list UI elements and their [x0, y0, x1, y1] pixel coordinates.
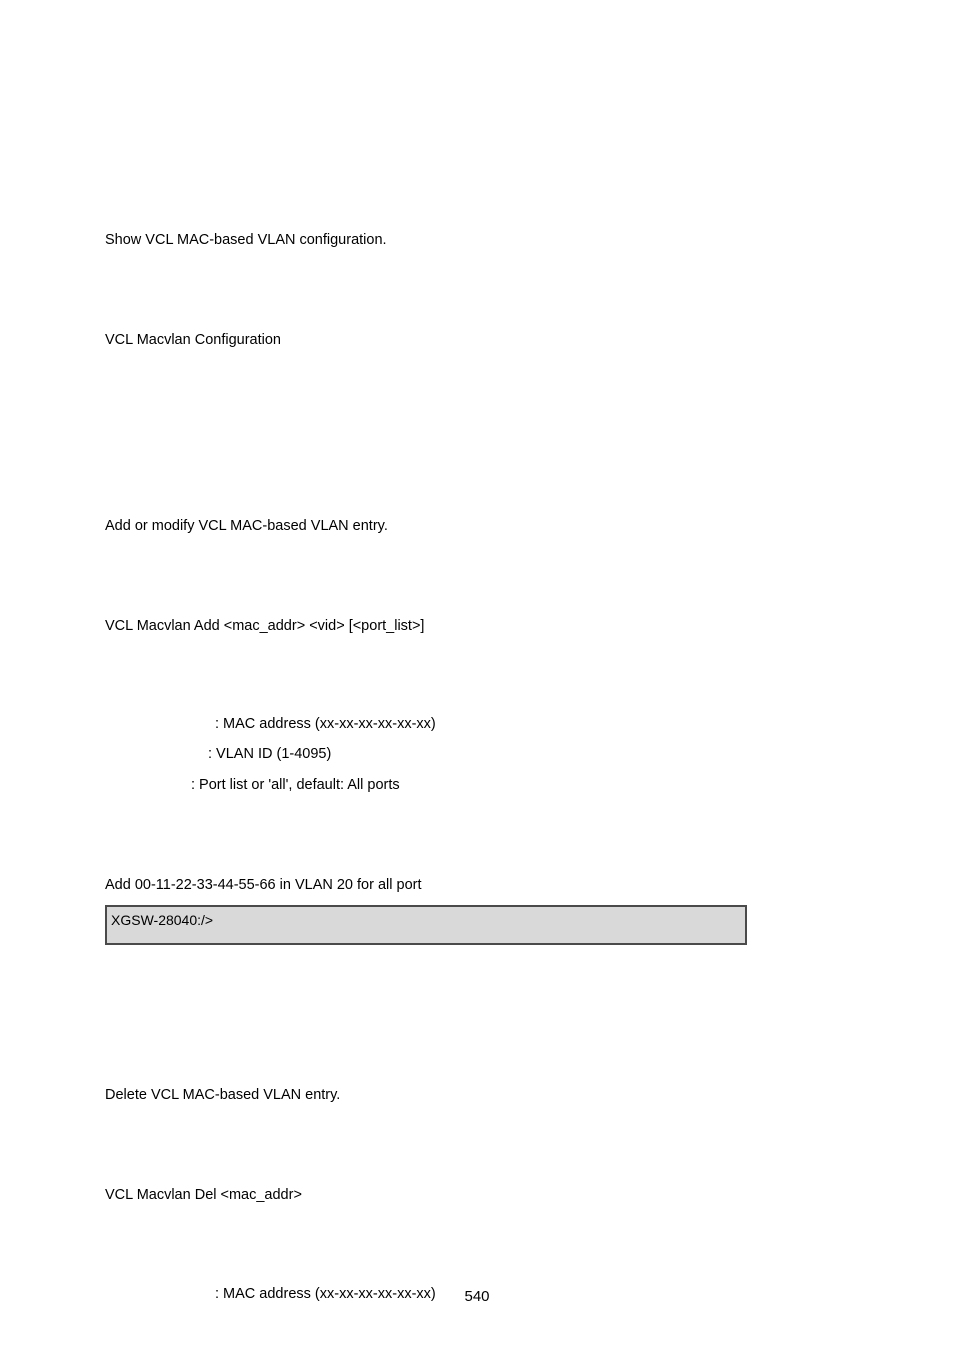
example-label-add: Add 00-11-22-33-44-55-66 in VLAN 20 for …: [105, 875, 745, 895]
terminal-box: XGSW-28040:/>: [105, 905, 747, 945]
document-body: Show VCL MAC-based VLAN configuration. V…: [105, 230, 745, 1304]
syntax-add-entry: VCL Macvlan Add <mac_addr> <vid> [<port_…: [105, 616, 745, 636]
desc-show-config: Show VCL MAC-based VLAN configuration.: [105, 230, 745, 250]
param-port-list: : Port list or 'all', default: All ports: [105, 775, 745, 795]
param-mac-addr: : MAC address (xx-xx-xx-xx-xx-xx): [105, 714, 745, 734]
desc-del-entry: Delete VCL MAC-based VLAN entry.: [105, 1085, 745, 1105]
param-vid: : VLAN ID (1-4095): [105, 744, 745, 764]
page-number: 540: [0, 1288, 954, 1305]
syntax-show-config: VCL Macvlan Configuration: [105, 330, 745, 350]
param-block-add: : MAC address (xx-xx-xx-xx-xx-xx) : VLAN…: [105, 714, 745, 795]
desc-add-entry: Add or modify VCL MAC-based VLAN entry.: [105, 516, 745, 536]
terminal-prompt: XGSW-28040:/>: [111, 912, 213, 928]
syntax-del-entry: VCL Macvlan Del <mac_addr>: [105, 1185, 745, 1205]
